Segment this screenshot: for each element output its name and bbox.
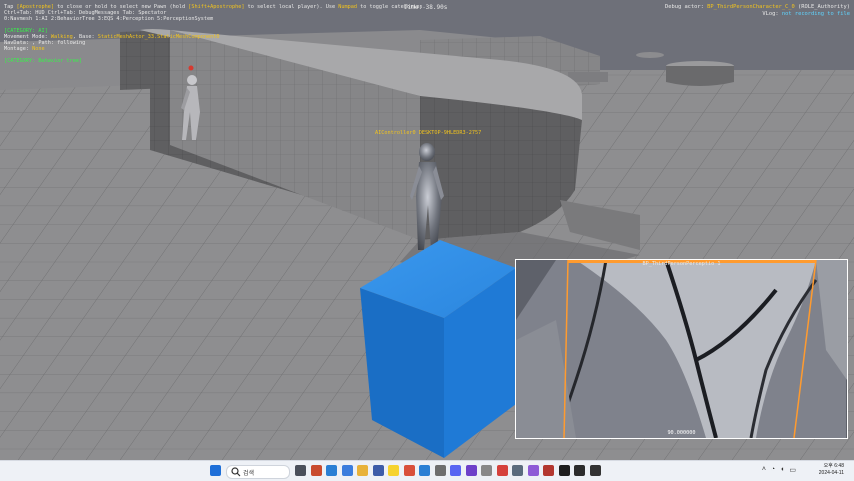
debug-actor-panel: Debug actor: BP_ThirdPersonCharacter_C_0… [665, 4, 850, 18]
clock-time: 오후 6:48 [823, 463, 844, 469]
debug-actor-prefix: Debug actor: [664, 4, 708, 10]
chrome-icon[interactable] [403, 465, 415, 476]
round-platform-side [666, 66, 734, 86]
visual-studio-code-icon[interactable] [419, 465, 430, 476]
debug-actor-name: BP_ThirdPersonCharacter_C_0 [707, 4, 795, 10]
battery-icon[interactable]: ▭ [789, 466, 796, 474]
time-label: Time: 38.90s [404, 4, 448, 11]
gameplay-debugger-hud: Tap [Apostrophe] to close or hold to sel… [4, 4, 426, 64]
debug-actor-role: (ROLE_Authority) [794, 4, 850, 10]
system-tray: ˄ ◔ ◖ ▭ [762, 466, 796, 474]
kakaotalk-icon[interactable] [388, 465, 399, 476]
search-placeholder: 검색 [243, 471, 255, 477]
dev-app-icon[interactable] [512, 465, 523, 476]
unreal-editor-icon[interactable] [574, 465, 585, 476]
mail-app-icon[interactable] [341, 465, 353, 476]
record-app-icon[interactable] [589, 465, 601, 476]
discord-icon[interactable] [450, 465, 461, 476]
preview-title: BP_ThirdPersonPerceptio 1 [642, 261, 721, 267]
tray-overflow-icon[interactable]: ˄ [762, 466, 766, 474]
store-app-icon[interactable] [372, 465, 384, 476]
network-icon[interactable]: ◔ [771, 466, 775, 474]
task-view-icon[interactable] [295, 465, 306, 476]
unreal-engine-icon[interactable] [558, 465, 570, 476]
distant-slab [568, 72, 608, 82]
hud-text: [CATEGORY: Behavior tree] [4, 58, 83, 64]
clock-date: 2024-04-11 [818, 470, 844, 476]
file-explorer-icon[interactable] [357, 465, 368, 476]
ai-controller-label: AIController0 DESKTOP-9HLEDR3-2757 [375, 130, 482, 136]
distant-cylinder [636, 52, 664, 58]
github-desktop-icon[interactable] [465, 465, 477, 476]
preview-render [516, 260, 847, 438]
vlog-status: not recording to file [781, 11, 850, 17]
terminal-app-icon[interactable] [543, 465, 554, 476]
windows-taskbar: 검색 ˄ ◔ ◖ ▭ 오후 6:48 2024-04-11 [0, 460, 854, 481]
tool-app-icon[interactable] [481, 465, 492, 476]
search-icon [231, 467, 241, 477]
preview-fov-label: 90.000000 [667, 430, 696, 436]
taskbar-search-box[interactable]: 검색 [226, 465, 290, 479]
visual-studio-icon[interactable] [527, 465, 539, 476]
vlog-prefix: VLog: [762, 11, 782, 17]
taskbar-clock[interactable]: 오후 6:48 2024-04-11 [819, 463, 844, 477]
notes-app-icon[interactable] [434, 465, 446, 476]
photos-app-icon[interactable] [310, 465, 322, 476]
edge-app-icon[interactable] [326, 465, 337, 476]
windows-start-icon[interactable] [210, 465, 221, 476]
perception-preview-panel[interactable]: BP_ThirdPersonPerceptio 1 90.000000 [515, 259, 848, 439]
hud-line: [CATEGORY: Behavior tree] [4, 58, 426, 64]
game-viewport[interactable]: Tap [Apostrophe] to close or hold to sel… [0, 0, 854, 460]
volume-icon[interactable]: ◖ [780, 466, 784, 474]
media-app-icon[interactable] [496, 465, 508, 476]
